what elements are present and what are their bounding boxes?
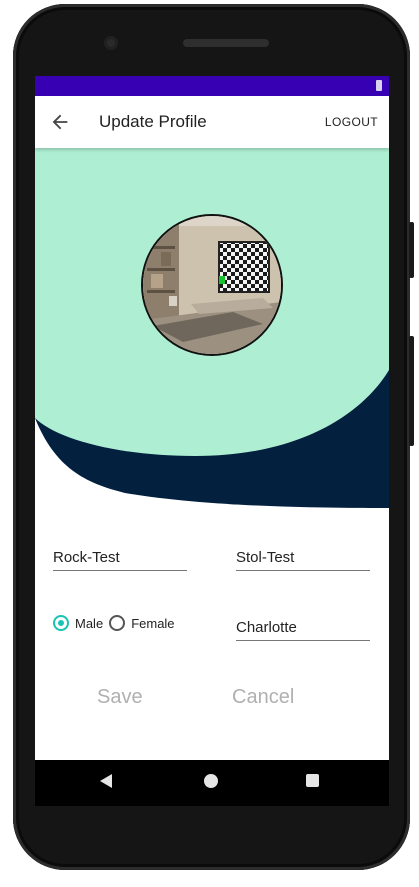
gender-radio-group: Male Female [53,612,181,634]
logout-button[interactable]: LOGOUT [325,115,378,129]
arrow-left-icon[interactable] [49,111,71,133]
male-radio[interactable] [53,615,69,631]
male-label: Male [75,615,104,631]
top-app-bar: Update Profile LOGOUT [35,96,389,148]
profile-photo[interactable] [141,214,283,356]
front-camera [104,36,118,50]
battery-icon [376,80,382,91]
room-photo-image [143,216,281,354]
home-circle-icon[interactable] [204,774,218,788]
female-label: Female [131,615,175,631]
cancel-button[interactable]: Cancel [232,686,294,709]
female-radio[interactable] [109,615,126,631]
earpiece-speaker [183,39,269,47]
last-name-field[interactable]: Stol-Test [236,548,370,571]
first-name-field[interactable]: Rock-Test [53,548,187,571]
recents-square-icon[interactable] [306,774,319,787]
save-button[interactable]: Save [97,686,143,709]
status-bar [35,76,389,96]
back-triangle-icon[interactable] [100,774,112,788]
volume-button [409,336,414,446]
power-button [409,222,414,278]
system-navigation-bar [35,760,389,806]
city-field[interactable]: Charlotte [236,618,370,641]
app-screen: Update Profile LOGOUT Rock-Test Stol-Tes… [35,76,389,760]
page-title: Update Profile [99,112,207,131]
